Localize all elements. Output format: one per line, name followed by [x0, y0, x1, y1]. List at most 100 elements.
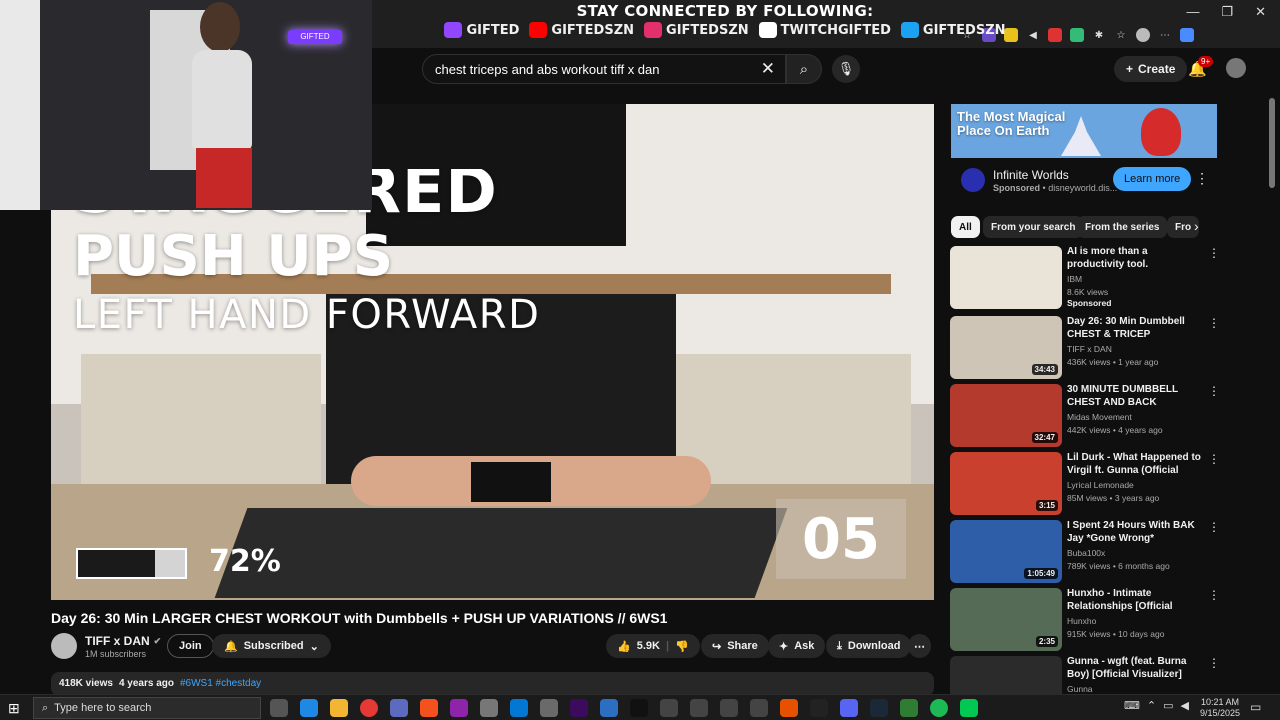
copilot-icon[interactable] [1180, 28, 1194, 42]
extension-icon[interactable] [1004, 28, 1018, 42]
search-button[interactable]: ⌕ [786, 54, 822, 84]
file-explorer-icon[interactable] [330, 699, 348, 717]
voice-search-button[interactable]: 🎙 [832, 55, 860, 83]
recommended-title[interactable]: I Spent 24 Hours With BAK Jay *Gone Wron… [1067, 519, 1201, 545]
scrollbar[interactable] [1268, 90, 1276, 690]
windows-start-icon[interactable]: ⊞ [8, 700, 20, 717]
recommended-video[interactable]: AI is more than a productivity tool. Rev… [950, 245, 1220, 309]
more-vert-icon[interactable]: ⋮ [1208, 384, 1220, 398]
ask-button[interactable]: ✦ Ask [768, 634, 826, 658]
recommended-channel[interactable]: IBM [1067, 274, 1082, 284]
more-vert-icon[interactable]: ⋮ [1208, 246, 1220, 260]
maximize-icon[interactable]: ❐ [1221, 4, 1233, 20]
channel-avatar[interactable] [51, 633, 77, 659]
more-vert-icon[interactable]: ⋮ [1208, 452, 1220, 466]
recommended-channel[interactable]: Midas Movement [1067, 412, 1132, 422]
learn-more-button[interactable]: Learn more [1113, 167, 1192, 191]
like-dislike-button[interactable]: 👍 5.9K | 👎 [606, 634, 700, 658]
brave-icon[interactable] [420, 699, 438, 717]
description-box[interactable]: 418K views 4 years ago #6WS1 #chestday [51, 672, 934, 696]
channel-name[interactable]: TIFF x DAN ✔ [85, 634, 161, 648]
minimize-icon[interactable]: — [1186, 4, 1199, 20]
video-thumbnail[interactable]: 3:15 [950, 452, 1062, 515]
recommended-title[interactable]: AI is more than a productivity tool. Rev… [1067, 245, 1201, 271]
edge-icon[interactable] [300, 699, 318, 717]
share-button[interactable]: ↪ Share [701, 634, 769, 658]
ad-title[interactable]: Infinite Worlds [993, 168, 1069, 182]
video-thumbnail[interactable] [950, 246, 1062, 309]
create-button[interactable]: + Create [1114, 56, 1188, 82]
scrollbar-thumb[interactable] [1269, 98, 1275, 188]
recommended-channel[interactable]: Lyrical Lemonade [1067, 480, 1134, 490]
chip-from-your-search[interactable]: From your search [983, 216, 1084, 238]
favorites-icon[interactable]: ☆ [1114, 28, 1128, 42]
recommended-channel[interactable]: Gunna [1067, 684, 1093, 694]
video-thumbnail[interactable]: 34:43 [950, 316, 1062, 379]
obs-icon[interactable] [660, 699, 678, 717]
recommended-channel[interactable]: Hunxho [1067, 616, 1096, 626]
recommended-title[interactable]: 30 MINUTE DUMBBELL CHEST AND BACK WORKOU… [1067, 383, 1201, 409]
recommended-video[interactable]: 3:15 Lil Durk - What Happened to Virgil f… [950, 451, 1220, 515]
network-icon[interactable]: ▭ [1163, 699, 1173, 712]
recommended-title[interactable]: Hunxho - Intimate Relationships [Officia… [1067, 587, 1201, 613]
app-icon[interactable] [540, 699, 558, 717]
app-icon[interactable] [750, 699, 768, 717]
more-vert-icon[interactable]: ⋮ [1208, 656, 1220, 670]
app-icon[interactable] [900, 699, 918, 717]
more-icon[interactable]: ⋯ [1158, 28, 1172, 42]
app-icon[interactable] [690, 699, 708, 717]
steam-icon[interactable] [870, 699, 888, 717]
hashtags[interactable]: #6WS1 #chestday [180, 678, 261, 690]
recommended-title[interactable]: Gunna - wgft (feat. Burna Boy) [Official… [1067, 655, 1201, 681]
system-clock[interactable]: 10:21 AM 9/15/2025 [1200, 697, 1240, 719]
recommended-channel[interactable]: TIFF x DAN [1067, 344, 1112, 354]
epic-games-icon[interactable] [810, 699, 828, 717]
extension-icon[interactable] [1048, 28, 1062, 42]
more-vert-icon[interactable]: ⋮ [1195, 170, 1209, 187]
recommended-title[interactable]: Day 26: 30 Min Dumbbell CHEST & TRICEP W… [1067, 315, 1201, 341]
task-view-icon[interactable] [270, 699, 288, 717]
recommended-channel[interactable]: Buba100x [1067, 548, 1105, 558]
outlook-icon[interactable] [510, 699, 528, 717]
tiktok-icon[interactable] [630, 699, 648, 717]
extension-icon[interactable] [1070, 28, 1084, 42]
app-icon[interactable] [450, 699, 468, 717]
speaker-icon[interactable]: ◀ [1026, 28, 1040, 42]
ad-banner[interactable]: The Most Magical Place On Earth [951, 104, 1217, 158]
keyboard-icon[interactable]: ⌨ [1124, 699, 1140, 712]
download-button[interactable]: ⤓ Download [826, 634, 912, 658]
account-avatar[interactable] [1226, 58, 1246, 78]
premiere-icon[interactable] [570, 699, 588, 717]
puzzle-icon[interactable]: ✱ [1092, 28, 1106, 42]
video-thumbnail[interactable]: 32:47 [950, 384, 1062, 447]
app-icon[interactable] [780, 699, 798, 717]
volume-icon[interactable]: ◀ [1181, 699, 1189, 712]
notification-center-icon[interactable]: ▭ [1250, 700, 1261, 714]
chevron-right-icon[interactable]: › [1194, 218, 1199, 234]
clear-search-icon[interactable]: ✕ [761, 59, 775, 79]
recommended-video[interactable]: 2:35 Hunxho - Intimate Relationships [Off… [950, 587, 1220, 651]
chip-from-the-series[interactable]: From the series [1077, 216, 1168, 238]
spotify-icon[interactable] [930, 699, 948, 717]
app-icon[interactable] [720, 699, 738, 717]
app-icon[interactable] [600, 699, 618, 717]
close-icon[interactable]: ✕ [1255, 4, 1266, 20]
recommended-title[interactable]: Lil Durk - What Happened to Virgil ft. G… [1067, 451, 1201, 477]
join-button[interactable]: Join [167, 634, 214, 658]
more-vert-icon[interactable]: ⋮ [1208, 316, 1220, 330]
chrome-icon[interactable] [360, 699, 378, 717]
chevron-up-icon[interactable]: ⌃ [1147, 699, 1156, 712]
profile-icon[interactable] [1136, 28, 1150, 42]
more-vert-icon[interactable]: ⋮ [1208, 588, 1220, 602]
taskbar-search[interactable]: ⌕ Type here to search [33, 697, 261, 719]
recommended-video[interactable]: 1:05:49 I Spent 24 Hours With BAK Jay *Go… [950, 519, 1220, 583]
recommended-video[interactable]: 34:43 Day 26: 30 Min Dumbbell CHEST & TRI… [950, 315, 1220, 379]
calendar-icon[interactable] [480, 699, 498, 717]
more-actions-button[interactable]: ⋯ [908, 634, 931, 658]
search-input[interactable]: chest triceps and abs workout tiff x dan… [422, 54, 786, 84]
more-vert-icon[interactable]: ⋮ [1208, 520, 1220, 534]
subscribed-button[interactable]: 🔔 Subscribed ⌄ [212, 634, 331, 658]
video-thumbnail[interactable]: 1:05:49 [950, 520, 1062, 583]
chip-all[interactable]: All [951, 216, 980, 238]
copilot-icon[interactable] [390, 699, 408, 717]
